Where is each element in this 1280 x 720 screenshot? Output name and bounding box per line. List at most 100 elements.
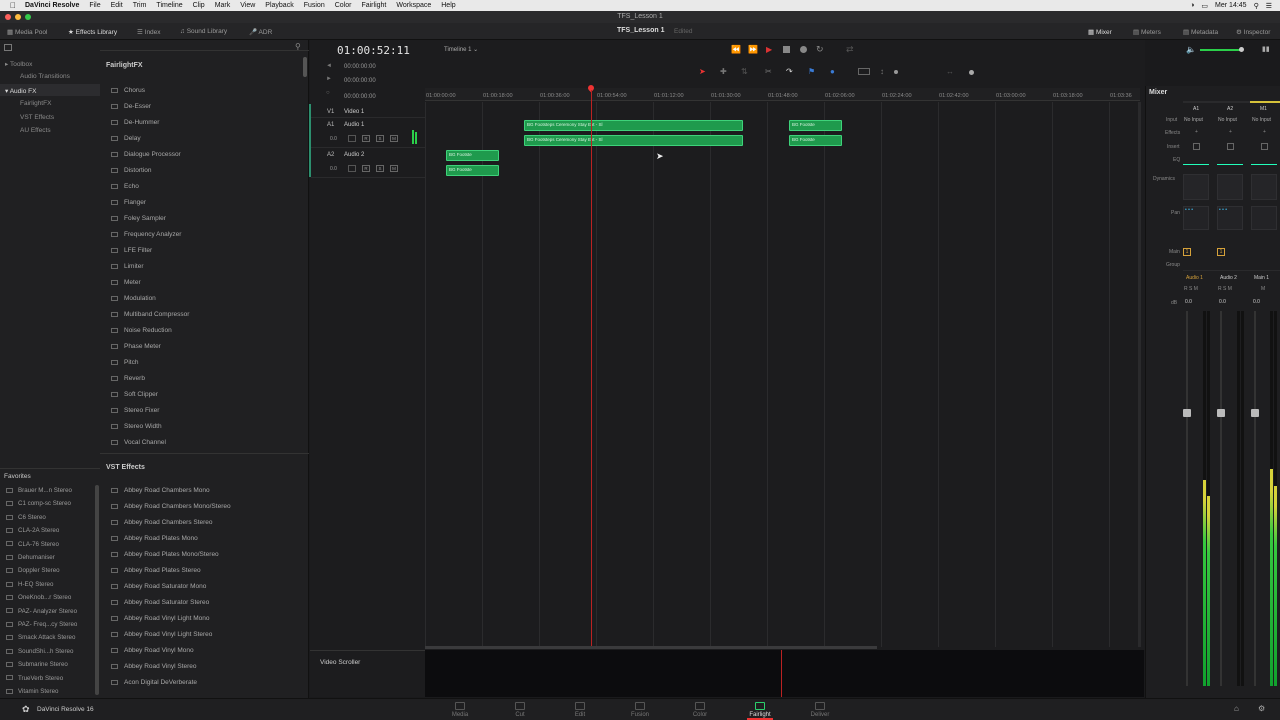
track-a1-name[interactable]: Audio 1 bbox=[344, 122, 364, 128]
duration-timecode[interactable]: 00:00:00:00 bbox=[344, 94, 376, 100]
effects-add-m1[interactable]: + bbox=[1263, 129, 1266, 135]
fx-list-item[interactable]: LFE Filter bbox=[111, 247, 152, 254]
vst-list-item[interactable]: Abbey Road Vinyl Light Stereo bbox=[111, 631, 212, 638]
fx-list-item[interactable]: Chorus bbox=[111, 87, 145, 94]
range-tool-icon[interactable]: ✚ bbox=[720, 67, 727, 76]
insert-a2-icon[interactable] bbox=[1227, 143, 1234, 150]
out-timecode[interactable]: 00:00:00:00 bbox=[344, 78, 376, 84]
zoom-slider-knob[interactable] bbox=[894, 70, 898, 74]
favorite-item[interactable]: C1 comp-sc Stereo bbox=[6, 500, 71, 507]
minimize-window-button[interactable] bbox=[15, 14, 21, 20]
fx-list-item[interactable]: Reverb bbox=[111, 375, 145, 382]
vst-list-item[interactable]: Abbey Road Vinyl Light Mono bbox=[111, 615, 210, 622]
fader-value-a2[interactable]: 0.0 bbox=[1219, 299, 1226, 305]
meter-bars-icon[interactable]: ▮▮ bbox=[1262, 45, 1270, 53]
menu-color[interactable]: Color bbox=[335, 2, 352, 9]
menu-fairlight[interactable]: Fairlight bbox=[361, 2, 386, 9]
dynamics-a1-graph[interactable] bbox=[1183, 174, 1209, 200]
favorite-item[interactable]: Brauer M...n Stereo bbox=[6, 487, 72, 494]
tree-au-effects[interactable]: AU Effects bbox=[20, 127, 51, 134]
favorite-item[interactable]: H-EQ Stereo bbox=[6, 581, 53, 588]
vst-list-item[interactable]: Abbey Road Vinyl Stereo bbox=[111, 663, 197, 670]
home-icon[interactable]: ⌂ bbox=[1234, 704, 1239, 713]
fx-list-item[interactable]: Foley Sampler bbox=[111, 215, 166, 222]
menu-file[interactable]: File bbox=[89, 2, 100, 9]
favorite-item[interactable]: PAZ- Analyzer Stereo bbox=[6, 608, 77, 615]
tree-fairlightfx[interactable]: FairlightFX bbox=[20, 100, 51, 107]
vst-list-item[interactable]: Abbey Road Vinyl Mono bbox=[111, 647, 194, 654]
strip-a1-mute-button[interactable]: M bbox=[1194, 286, 1198, 292]
audio-clip[interactable]: BG Footsteps Ceremony Stay Ext - Sl bbox=[524, 120, 743, 131]
favorite-item[interactable]: CLA-2A Stereo bbox=[6, 527, 59, 534]
strip-a1-rsm[interactable]: R S M bbox=[1184, 286, 1198, 292]
toolbox-root[interactable]: ▸ Toolbox bbox=[5, 60, 32, 68]
snapping-icon[interactable]: ↷ bbox=[786, 67, 793, 76]
tree-audio-transitions[interactable]: Audio Transitions bbox=[20, 73, 70, 80]
stop-icon[interactable] bbox=[783, 46, 790, 53]
fx-list-item[interactable]: Delay bbox=[111, 135, 141, 142]
fx-list-item[interactable]: Flanger bbox=[111, 199, 146, 206]
timeline-hscroll[interactable] bbox=[425, 646, 877, 649]
track-a2-mute-button[interactable]: M bbox=[390, 165, 398, 172]
track-v1-name[interactable]: Video 1 bbox=[344, 109, 364, 115]
menu-view[interactable]: View bbox=[240, 2, 255, 9]
menu-mark[interactable]: Mark bbox=[215, 2, 231, 9]
fx-list-item[interactable]: Dialogue Processor bbox=[111, 151, 181, 158]
play-icon[interactable]: ▶ bbox=[766, 45, 772, 54]
audio-clip[interactable]: BG Footste bbox=[789, 120, 842, 131]
fx-list-item[interactable]: Noise Reduction bbox=[111, 327, 172, 334]
track-a1-solo-button[interactable]: S bbox=[376, 135, 384, 142]
audio-clip[interactable]: BG Footsteps Ceremony Stay Ext - Sl bbox=[524, 135, 743, 146]
dynamics-a2-graph[interactable] bbox=[1217, 174, 1243, 200]
timeline-vscroll[interactable] bbox=[1138, 102, 1141, 647]
page-edit[interactable]: Edit bbox=[560, 702, 600, 718]
sound-library-button[interactable]: ♫ Sound Library bbox=[180, 28, 227, 35]
track-a2-record-button[interactable]: R bbox=[362, 165, 370, 172]
strip-a1-solo-button[interactable]: S bbox=[1189, 286, 1192, 292]
media-pool-button[interactable]: ▦ Media Pool bbox=[7, 28, 47, 36]
favorites-scrollbar[interactable] bbox=[95, 485, 99, 695]
fader-knob-a1[interactable] bbox=[1183, 409, 1191, 417]
fast-forward-icon[interactable]: ⏩ bbox=[748, 45, 758, 54]
menu-fusion[interactable]: Fusion bbox=[304, 2, 325, 9]
main-assign-a1[interactable]: 1 bbox=[1183, 248, 1191, 256]
page-cut[interactable]: Cut bbox=[500, 702, 540, 718]
fx-list-item[interactable]: Modulation bbox=[111, 295, 156, 302]
eq-curve-a1[interactable] bbox=[1183, 164, 1209, 165]
favorite-item[interactable]: Vitamin Stereo bbox=[6, 688, 58, 695]
menu-help[interactable]: Help bbox=[441, 2, 455, 9]
mixer-button[interactable]: ▦ Mixer bbox=[1088, 28, 1112, 36]
adr-button[interactable]: 🎤 ADR bbox=[249, 28, 272, 36]
record-icon[interactable] bbox=[800, 46, 807, 53]
eq-curve-m1[interactable] bbox=[1251, 164, 1277, 165]
effects-library-button[interactable]: ★ Effects Library bbox=[68, 28, 117, 36]
track-a2-name[interactable]: Audio 2 bbox=[344, 152, 364, 158]
fx-list-item[interactable]: Stereo Fixer bbox=[111, 407, 159, 414]
vst-list-item[interactable]: Abbey Road Chambers Stereo bbox=[111, 519, 213, 526]
trim-tool-icon[interactable]: ⇅ bbox=[741, 67, 748, 76]
panel-toggle-icon[interactable] bbox=[4, 44, 12, 51]
fx-list-item[interactable]: Soft Clipper bbox=[111, 391, 158, 398]
fx-list-item[interactable]: Vocal Channel bbox=[111, 439, 166, 446]
favorite-item[interactable]: Smack Attack Stereo bbox=[6, 634, 75, 641]
insert-a1-icon[interactable] bbox=[1193, 143, 1200, 150]
favorite-item[interactable]: C6 Stereo bbox=[6, 514, 46, 521]
sync-icon[interactable]: ⇄ bbox=[846, 44, 854, 55]
zoom-arrows-icon[interactable]: ↔ bbox=[946, 67, 954, 76]
monitor-volume-knob[interactable] bbox=[1239, 47, 1244, 52]
favorite-item[interactable]: Submarine Stereo bbox=[6, 661, 68, 668]
strip-a1-record-button[interactable]: R bbox=[1184, 286, 1188, 292]
metadata-button[interactable]: ▤ Metadata bbox=[1183, 28, 1218, 36]
battery-icon[interactable]: ▭ bbox=[1201, 2, 1208, 10]
monitor-volume-slider[interactable] bbox=[1200, 49, 1240, 51]
vst-list-item[interactable]: Acon Digital DeVerberate bbox=[111, 679, 197, 686]
zoom-window-button[interactable] bbox=[25, 14, 31, 20]
page-deliver[interactable]: Deliver bbox=[800, 702, 840, 718]
fx-scrollbar[interactable] bbox=[303, 57, 307, 77]
strip-a2-mute-button[interactable]: M bbox=[1228, 286, 1232, 292]
audio-clip[interactable]: BG Footste bbox=[446, 150, 499, 161]
favorite-item[interactable]: Doppler Stereo bbox=[6, 567, 60, 574]
strip-a2-rsm[interactable]: R S M bbox=[1218, 286, 1232, 292]
strip-m1-mute-button[interactable]: M bbox=[1261, 286, 1265, 292]
fx-list-item[interactable]: Phase Meter bbox=[111, 343, 161, 350]
